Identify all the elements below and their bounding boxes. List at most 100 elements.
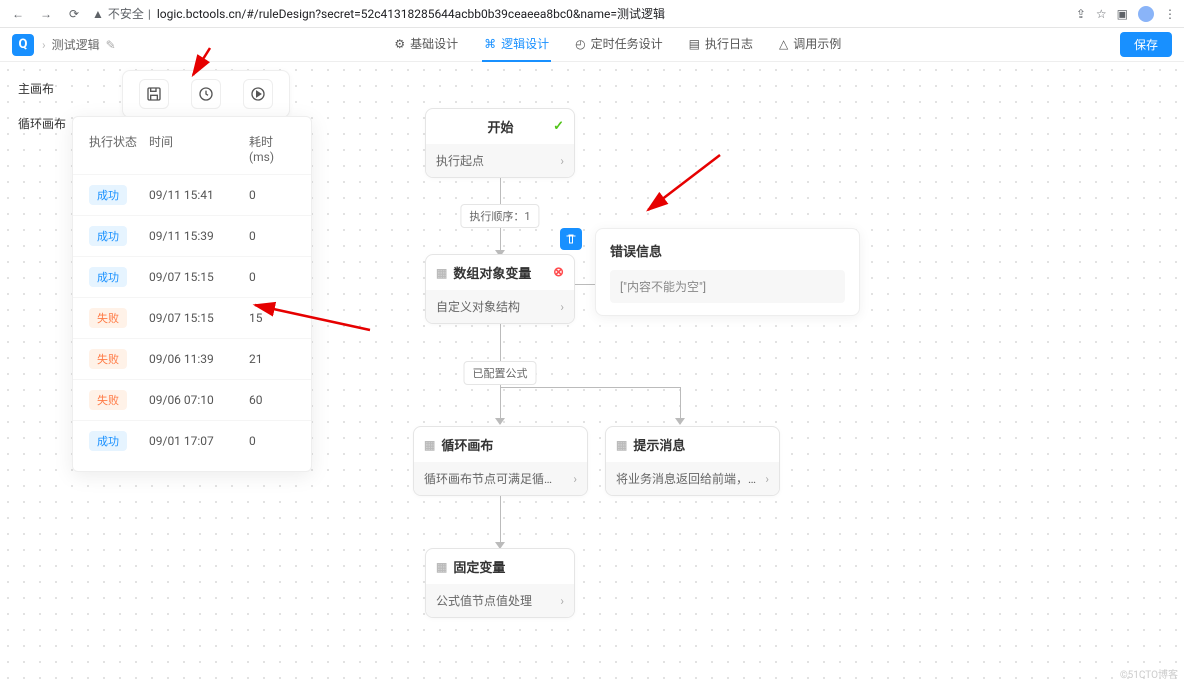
chevron-right-icon: › — [42, 38, 46, 52]
node-fixed-var[interactable]: ▦ 固定变量 公式值节点值处理 › — [425, 548, 575, 618]
row-time: 09/11 15:39 — [149, 229, 249, 243]
node-title: 提示消息 — [633, 435, 685, 454]
node-body: 执行起点 — [436, 152, 484, 169]
row-time: 09/07 15:15 — [149, 270, 249, 284]
chevron-right-icon[interactable]: › — [765, 472, 769, 486]
arrow-head-icon — [495, 418, 505, 425]
delete-button[interactable] — [560, 228, 582, 250]
play-icon[interactable] — [243, 79, 273, 109]
node-start[interactable]: 开始 ✓ 执行起点 › — [425, 108, 575, 178]
clock-icon: ◴ — [575, 37, 585, 51]
status-badge: 成功 — [89, 226, 127, 246]
col-duration: 耗时(ms) — [249, 133, 295, 164]
loop-icon: ▦ — [424, 438, 435, 452]
app-logo-icon[interactable]: Q — [12, 34, 34, 56]
code-icon: △ — [779, 37, 788, 51]
history-row[interactable]: 成功 09/11 15:390 — [73, 215, 311, 256]
status-badge: 失败 — [89, 390, 127, 410]
history-row[interactable]: 成功 09/07 15:150 — [73, 256, 311, 297]
error-panel: 错误信息 ["内容不能为空"] — [595, 228, 860, 316]
tab-sample[interactable]: △调用示例 — [777, 27, 843, 62]
node-body: 自定义对象结构 — [436, 298, 520, 315]
chevron-right-icon[interactable]: › — [560, 594, 564, 608]
insecure-label: 不安全 — [108, 5, 144, 22]
arrow-head-icon — [675, 418, 685, 425]
url-text[interactable]: logic.bctools.cn/#/ruleDesign?secret=52c… — [157, 5, 665, 22]
sidebar-item-loop-canvas[interactable]: 循环画布 — [18, 115, 66, 132]
menu-icon[interactable]: ⋮ — [1164, 7, 1176, 21]
history-panel: 执行状态 时间 耗时(ms) 成功09/11 15:410成功09/11 15:… — [72, 116, 312, 472]
sitemap-icon: ⌘ — [484, 37, 496, 51]
tab-timer[interactable]: ◴定时任务设计 — [573, 27, 665, 62]
forward-icon[interactable]: → — [36, 7, 56, 21]
chevron-right-icon[interactable]: › — [560, 154, 564, 168]
left-canvas-list: 主画布 循环画布 — [18, 80, 66, 150]
star-icon[interactable]: ☆ — [1096, 7, 1107, 21]
chevron-right-icon[interactable]: › — [560, 300, 564, 314]
error-circle-icon: ⊗ — [553, 265, 564, 280]
col-status: 执行状态 — [89, 133, 149, 164]
row-time: 09/06 07:10 — [149, 393, 249, 407]
node-loop-canvas[interactable]: ▦循环画布 循环画布节点可满足循…› — [413, 426, 588, 496]
tab-logic[interactable]: ⌘逻辑设计 — [482, 27, 551, 62]
node-array-var[interactable]: ▦ 数组对象变量 ⊗ 自定义对象结构 › — [425, 254, 575, 324]
reload-icon[interactable]: ⟳ — [64, 7, 84, 21]
col-time: 时间 — [149, 133, 249, 164]
var-icon: ▦ — [436, 560, 447, 574]
save-button[interactable]: 保存 — [1120, 32, 1172, 57]
sidebar-item-main-canvas[interactable]: 主画布 — [18, 80, 66, 97]
row-duration: 60 — [249, 393, 295, 407]
msg-icon: ▦ — [616, 438, 627, 452]
row-duration: 0 — [249, 434, 295, 448]
node-body: 公式值节点值处理 — [436, 592, 532, 609]
row-duration: 0 — [249, 270, 295, 284]
node-title: 循环画布 — [441, 435, 493, 454]
save-icon[interactable] — [139, 79, 169, 109]
file-icon: ▤ — [689, 37, 700, 51]
row-time: 09/11 15:41 — [149, 188, 249, 202]
error-title: 错误信息 — [610, 241, 845, 260]
gear-icon: ⚙ — [394, 37, 405, 51]
node-title: 数组对象变量 — [453, 263, 531, 282]
app-top-bar: Q › 测试逻辑 ✎ ⚙基础设计 ⌘逻辑设计 ◴定时任务设计 ▤执行日志 △调用… — [0, 28, 1184, 62]
share-icon[interactable]: ⇪ — [1076, 7, 1086, 21]
status-badge: 失败 — [89, 349, 127, 369]
row-time: 09/07 15:15 — [149, 311, 249, 325]
history-row[interactable]: 失败 09/06 07:1060 — [73, 379, 311, 420]
chevron-right-icon[interactable]: › — [573, 472, 577, 486]
window-icon[interactable]: ▣ — [1117, 7, 1128, 21]
history-icon[interactable] — [191, 79, 221, 109]
watermark: ©51CTO博客 — [1120, 666, 1178, 681]
browser-toolbar: ← → ⟳ ▲ 不安全 | logic.bctools.cn/#/ruleDes… — [0, 0, 1184, 28]
back-icon[interactable]: ← — [8, 7, 28, 21]
row-time: 09/01 17:07 — [149, 434, 249, 448]
node-body: 将业务消息返回给前端，… — [616, 470, 756, 487]
check-circle-icon: ✓ — [553, 119, 564, 134]
breadcrumb: › 测试逻辑 ✎ — [42, 36, 116, 53]
node-title: 固定变量 — [453, 557, 505, 576]
tab-log[interactable]: ▤执行日志 — [687, 27, 755, 62]
status-badge: 成功 — [89, 267, 127, 287]
formula-pill: 已配置公式 — [464, 361, 537, 385]
avatar[interactable] — [1138, 6, 1154, 22]
row-duration: 0 — [249, 229, 295, 243]
history-row[interactable]: 成功09/11 15:410 — [73, 174, 311, 215]
breadcrumb-item[interactable]: 测试逻辑 — [52, 36, 100, 53]
history-row[interactable]: 成功 09/01 17:070 — [73, 420, 311, 461]
edit-icon[interactable]: ✎ — [106, 38, 116, 52]
row-duration: 15 — [249, 311, 295, 325]
canvas-toolbar — [122, 70, 290, 118]
history-row[interactable]: 失败09/07 15:1515 — [73, 297, 311, 338]
insecure-badge: ▲ 不安全 | — [92, 5, 151, 22]
connector — [575, 284, 595, 285]
grid-icon: ▦ — [436, 266, 447, 280]
tab-basic[interactable]: ⚙基础设计 — [392, 27, 460, 62]
history-row[interactable]: 失败09/06 11:3921 — [73, 338, 311, 379]
node-title: 开始 — [454, 117, 547, 136]
exec-order-pill: 执行顺序：1 — [460, 204, 539, 228]
top-tabs: ⚙基础设计 ⌘逻辑设计 ◴定时任务设计 ▤执行日志 △调用示例 — [124, 27, 1112, 62]
row-duration: 0 — [249, 188, 295, 202]
node-hint-msg[interactable]: ▦ 提示消息 将业务消息返回给前端，… › — [605, 426, 780, 496]
row-time: 09/06 11:39 — [149, 352, 249, 366]
status-badge: 成功 — [89, 431, 127, 451]
